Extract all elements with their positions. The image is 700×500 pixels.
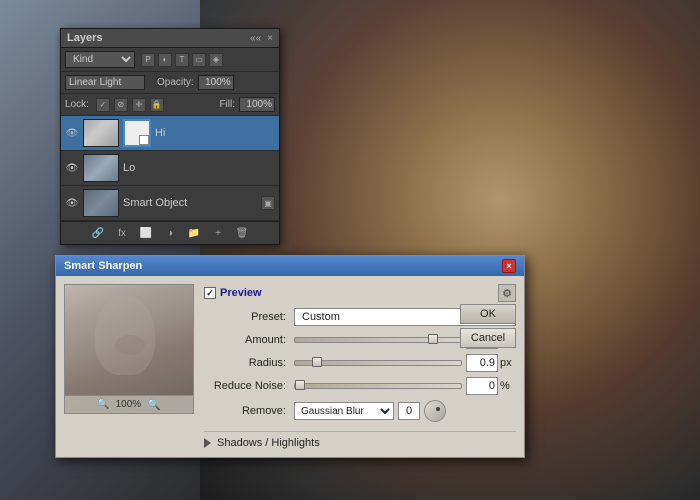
cancel-button[interactable]: Cancel (460, 328, 516, 348)
lock-check-icon[interactable]: ✓ (96, 98, 110, 112)
fill-input[interactable] (239, 97, 275, 112)
layer-name-hi: Hi (155, 127, 275, 139)
dialog-title: Smart Sharpen (64, 260, 142, 272)
dialog-titlebar: Smart Sharpen × (56, 256, 524, 276)
layers-collapse-btn[interactable]: «« (250, 33, 261, 44)
lock-row: Lock: ✓ ⊘ ✛ 🔒 Fill: (61, 94, 279, 116)
opacity-row: Linear Light Opacity: (61, 72, 279, 94)
layers-new-btn[interactable]: + (210, 225, 226, 241)
noise-slider[interactable] (294, 383, 462, 389)
remove-row: Remove: Gaussian Blur Lens Blur Motion B… (204, 400, 516, 422)
dialog-close-btn[interactable]: × (502, 259, 516, 273)
layer-name-so: Smart Object (123, 197, 257, 209)
radius-slider[interactable] (294, 360, 462, 366)
dialog-body: 🔍 100% 🔍 ✓ Preview ⚙ Preset: Custom Def (56, 276, 524, 457)
remove-label: Remove: (204, 405, 294, 417)
amount-label: Amount: (204, 334, 294, 346)
blend-mode-select[interactable]: Linear Light (65, 75, 145, 90)
preview-label: Preview (220, 287, 262, 299)
noise-label: Reduce Noise: (204, 380, 294, 392)
radius-unit: px (498, 357, 516, 369)
layers-title: Layers (67, 32, 102, 44)
remove-angle-input[interactable] (398, 402, 420, 420)
smart-sharpen-dialog: Smart Sharpen × 🔍 100% 🔍 ✓ Preview (55, 255, 525, 458)
layers-title-controls: «« × (250, 33, 273, 44)
lock-pixel-icon[interactable]: ⊘ (114, 98, 128, 112)
fill-label: Fill: (219, 99, 235, 110)
dialog-buttons: OK Cancel (460, 304, 516, 348)
layers-bottom: 🔗 fx ⬜ ◑ 📁 + 🗑 (61, 221, 279, 244)
opacity-label: Opacity: (157, 77, 194, 88)
layer-row-lo[interactable]: 👁 Lo (61, 151, 279, 186)
kind-icon-type[interactable]: T (175, 53, 189, 67)
layer-row-hi[interactable]: 👁 Hi (61, 116, 279, 151)
remove-select[interactable]: Gaussian Blur Lens Blur Motion Blur (294, 402, 394, 420)
layer-thumb-so (83, 189, 119, 217)
layers-fx-btn[interactable]: fx (114, 225, 130, 241)
zoom-out-icon[interactable]: 🔍 (97, 399, 109, 410)
noise-unit: % (498, 380, 516, 392)
kind-icon-shape[interactable]: ▭ (192, 53, 206, 67)
layers-panel: Layers «« × Kind P ◐ T ▭ ◈ Linear Light … (60, 28, 280, 245)
layers-titlebar: Layers «« × (61, 29, 279, 48)
amount-slider[interactable] (294, 337, 462, 343)
preset-label: Preset: (204, 311, 294, 323)
layers-adj-btn[interactable]: ◑ (162, 225, 178, 241)
shadow-triangle-icon (204, 438, 211, 448)
dialog-preview[interactable]: 🔍 100% 🔍 (64, 284, 194, 414)
preview-zoom-bar: 🔍 100% 🔍 (65, 395, 193, 413)
smart-object-icon: ▣ (261, 196, 275, 210)
layer-eye-lo[interactable]: 👁 (65, 161, 79, 175)
ctrl-top-row: ✓ Preview ⚙ (204, 284, 516, 302)
ok-button[interactable]: OK (460, 304, 516, 324)
kind-icon-pixel[interactable]: P (141, 53, 155, 67)
layers-close-btn[interactable]: × (267, 33, 273, 44)
preview-image (65, 285, 193, 413)
opacity-input[interactable] (198, 75, 234, 90)
kind-icon-adjust[interactable]: ◐ (158, 53, 172, 67)
layer-eye-hi[interactable]: 👁 (65, 126, 79, 140)
lock-move-icon[interactable]: ✛ (132, 98, 146, 112)
layers-delete-btn[interactable]: 🗑 (234, 225, 250, 241)
layer-thumb-hi (83, 119, 119, 147)
zoom-level: 100% (116, 399, 142, 410)
layers-folder-btn[interactable]: 📁 (186, 225, 202, 241)
noise-input[interactable] (466, 377, 498, 395)
radius-label: Radius: (204, 357, 294, 369)
shadow-label: Shadows / Highlights (217, 437, 320, 449)
lock-label: Lock: (65, 99, 89, 110)
radius-input[interactable] (466, 354, 498, 372)
noise-thumb[interactable] (295, 380, 305, 390)
layer-mask-hi (123, 119, 151, 147)
layer-row-smart-object[interactable]: 👁 Smart Object ▣ (61, 186, 279, 221)
shadow-highlights-row[interactable]: Shadows / Highlights (204, 431, 516, 449)
layer-eye-so[interactable]: 👁 (65, 196, 79, 210)
lock-all-icon[interactable]: 🔒 (150, 98, 164, 112)
amount-thumb[interactable] (428, 334, 438, 344)
remove-dial[interactable] (424, 400, 446, 422)
gear-button[interactable]: ⚙ (498, 284, 516, 302)
noise-row: Reduce Noise: % (204, 377, 516, 395)
kind-icon-smart[interactable]: ◈ (209, 53, 223, 67)
radius-row: Radius: px (204, 354, 516, 372)
preview-checkbox-row[interactable]: ✓ Preview (204, 287, 262, 299)
layers-kind-select[interactable]: Kind (65, 51, 135, 68)
zoom-in-icon[interactable]: 🔍 (147, 398, 161, 411)
preview-checkbox[interactable]: ✓ (204, 287, 216, 299)
layers-kind-icons: P ◐ T ▭ ◈ (141, 53, 223, 67)
layers-link-btn[interactable]: 🔗 (90, 225, 106, 241)
layers-mask-btn[interactable]: ⬜ (138, 225, 154, 241)
radius-thumb[interactable] (312, 357, 322, 367)
layers-kind-row: Kind P ◐ T ▭ ◈ (61, 48, 279, 72)
layer-thumb-lo (83, 154, 119, 182)
layer-name-lo: Lo (123, 162, 275, 174)
